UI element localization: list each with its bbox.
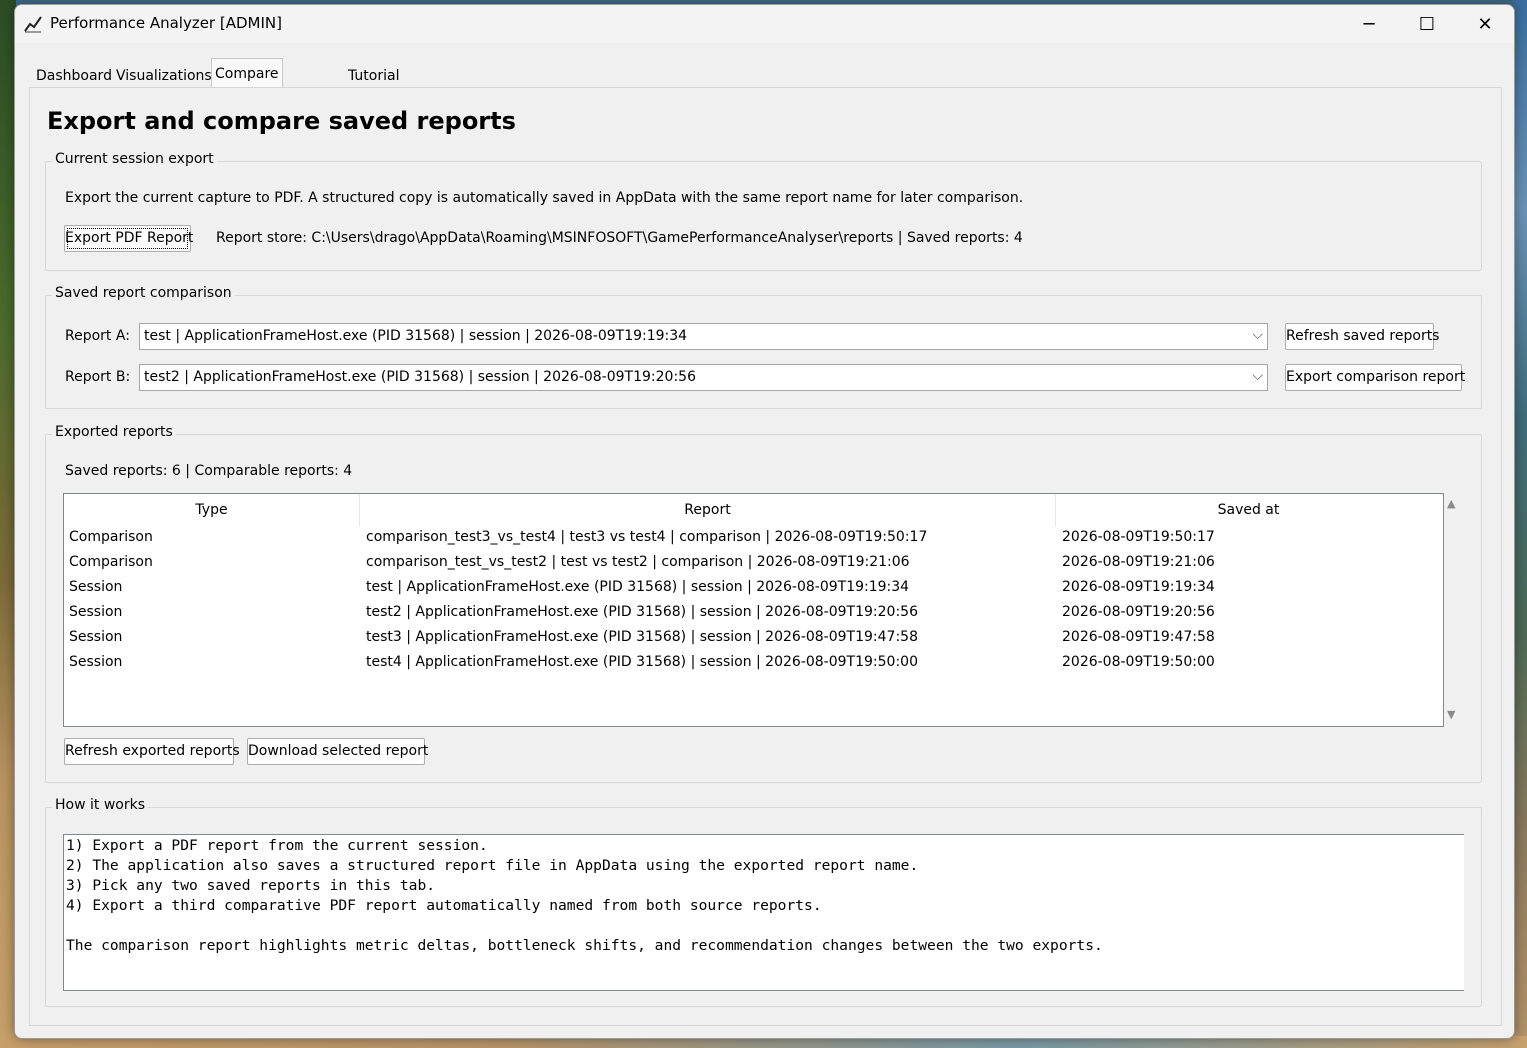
title-bar[interactable]: Performance Analyzer [ADMIN] ─ ☐ ✕ — [15, 5, 1514, 43]
instruction-line: 1) Export a PDF report from the current … — [66, 837, 488, 854]
comparison-group — [45, 295, 1482, 409]
table-row[interactable]: Comparison comparison_test3_vs_test4 | t… — [64, 525, 1441, 550]
cell-report: test4 | ApplicationFrameHost.exe (PID 31… — [366, 654, 918, 670]
current-export-group — [45, 161, 1482, 271]
cell-type: Comparison — [69, 554, 153, 570]
report-b-select[interactable]: test2 | ApplicationFrameHost.exe (PID 31… — [139, 364, 1268, 391]
exported-reports-group-title: Exported reports — [52, 424, 176, 440]
table-row[interactable]: Session test2 | ApplicationFrameHost.exe… — [64, 600, 1441, 625]
close-button[interactable]: ✕ — [1456, 5, 1514, 43]
report-a-value: test | ApplicationFrameHost.exe (PID 315… — [144, 328, 688, 344]
column-header-saved-at[interactable]: Saved at — [1056, 494, 1441, 526]
tab-compare-export[interactable]: Compare & Export — [211, 58, 283, 112]
minimize-button[interactable]: ─ — [1340, 5, 1398, 43]
tab-visualizations[interactable]: Visualizations — [113, 64, 215, 88]
cell-report: comparison_test3_vs_test4 | test3 vs tes… — [366, 529, 928, 545]
instruction-line: The comparison report highlights metric … — [66, 937, 1103, 954]
report-a-select[interactable]: test | ApplicationFrameHost.exe (PID 315… — [139, 323, 1268, 350]
maximize-button[interactable]: ☐ — [1398, 5, 1456, 43]
cell-type: Comparison — [69, 529, 153, 545]
desktop-wallpaper-right — [1513, 0, 1527, 1048]
chevron-down-icon: ⌵ — [1252, 327, 1263, 343]
export-pdf-button[interactable]: Export PDF Report — [64, 225, 193, 252]
column-header-type[interactable]: Type — [64, 494, 360, 526]
cell-type: Session — [69, 629, 123, 645]
report-store-info: Report store: C:\Users\drago\AppData\Roa… — [216, 230, 1023, 246]
instruction-line: 3) Pick any two saved reports in this ta… — [66, 877, 436, 894]
cell-report: test | ApplicationFrameHost.exe (PID 315… — [366, 579, 910, 595]
cell-type: Session — [69, 654, 123, 670]
close-icon: ✕ — [1477, 13, 1493, 35]
table-row[interactable]: Comparison comparison_test_vs_test2 | te… — [64, 550, 1441, 575]
scroll-up-arrow-icon[interactable]: ▲ — [1447, 497, 1455, 510]
comparison-group-title: Saved report comparison — [52, 285, 235, 301]
cell-saved-at: 2026-08-09T19:47:58 — [1062, 629, 1215, 645]
column-header-report[interactable]: Report — [360, 494, 1056, 526]
cell-report: test2 | ApplicationFrameHost.exe (PID 31… — [366, 604, 918, 620]
export-description: Export the current capture to PDF. A str… — [65, 190, 1024, 206]
report-a-label: Report A: — [65, 328, 130, 344]
exported-reports-table[interactable]: Type Report Saved at Comparison comparis… — [63, 493, 1444, 727]
tab-dashboard[interactable]: Dashboard — [33, 64, 115, 88]
cell-saved-at: 2026-08-09T19:50:00 — [1062, 654, 1215, 670]
refresh-exported-reports-button[interactable]: Refresh exported reports — [64, 738, 240, 765]
how-it-works-text[interactable]: 1) Export a PDF report from the current … — [63, 834, 1464, 991]
report-b-value: test2 | ApplicationFrameHost.exe (PID 31… — [144, 369, 696, 385]
cell-saved-at: 2026-08-09T19:19:34 — [1062, 579, 1215, 595]
cell-saved-at: 2026-08-09T19:21:06 — [1062, 554, 1215, 570]
table-row[interactable]: Session test | ApplicationFrameHost.exe … — [64, 575, 1441, 600]
cell-report: comparison_test_vs_test2 | test vs test2… — [366, 554, 910, 570]
chart-line-icon — [24, 16, 42, 33]
instruction-line: 2) The application also saves a structur… — [66, 857, 919, 874]
cell-type: Session — [69, 579, 123, 595]
cell-saved-at: 2026-08-09T19:20:56 — [1062, 604, 1215, 620]
how-it-works-group-title: How it works — [52, 797, 148, 813]
cell-saved-at: 2026-08-09T19:50:17 — [1062, 529, 1215, 545]
window-title: Performance Analyzer [ADMIN] — [50, 14, 282, 32]
current-export-group-title: Current session export — [52, 151, 217, 167]
app-window: Performance Analyzer [ADMIN] ─ ☐ ✕ Dashb… — [14, 4, 1515, 1039]
page-title: Export and compare saved reports — [47, 107, 516, 135]
table-row[interactable]: Session test3 | ApplicationFrameHost.exe… — [64, 625, 1441, 650]
refresh-saved-reports-button[interactable]: Refresh saved reports — [1285, 323, 1439, 350]
table-row[interactable]: Session test4 | ApplicationFrameHost.exe… — [64, 650, 1441, 675]
report-b-label: Report B: — [65, 369, 131, 385]
chevron-down-icon: ⌵ — [1252, 368, 1263, 384]
minimize-icon: ─ — [1363, 13, 1375, 35]
maximize-icon: ☐ — [1418, 13, 1436, 35]
instruction-line: 4) Export a third comparative PDF report… — [66, 897, 822, 914]
cell-report: test3 | ApplicationFrameHost.exe (PID 31… — [366, 629, 918, 645]
tab-tutorial[interactable]: Tutorial — [345, 64, 402, 88]
cell-type: Session — [69, 604, 123, 620]
export-comparison-button[interactable]: Export comparison report — [1285, 364, 1465, 391]
download-selected-report-button[interactable]: Download selected report — [247, 738, 428, 765]
scroll-down-arrow-icon[interactable]: ▼ — [1447, 708, 1455, 721]
exported-summary: Saved reports: 6 | Comparable reports: 4 — [65, 463, 353, 479]
